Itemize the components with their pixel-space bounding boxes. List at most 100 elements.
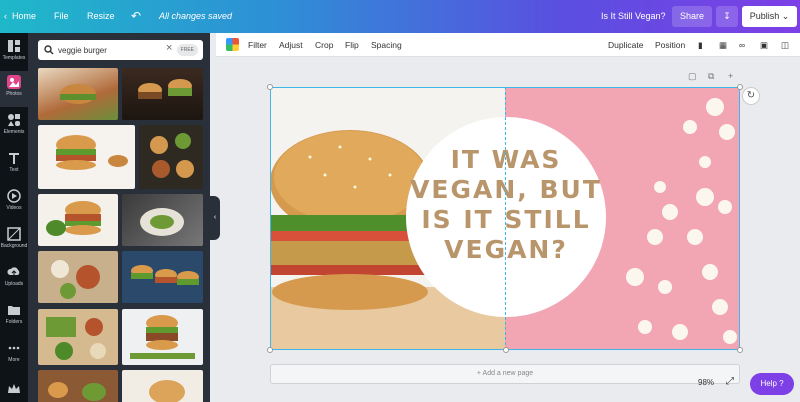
help-button[interactable]: Help ? (750, 373, 794, 395)
resize-handle[interactable] (737, 347, 743, 353)
clear-search-icon[interactable]: × (166, 42, 172, 54)
rail-label: Text (9, 167, 19, 173)
delete-icon[interactable]: ◫ (781, 33, 789, 57)
photo-thumbnail[interactable] (122, 68, 203, 120)
search-input[interactable] (58, 43, 158, 57)
home-button[interactable]: Home (12, 0, 36, 33)
burger-photo (48, 382, 106, 401)
search-icon (44, 45, 54, 55)
free-filter-badge[interactable]: FREE (176, 44, 198, 56)
file-menu[interactable]: File (54, 0, 69, 33)
back-chevron-icon[interactable]: ‹ (4, 0, 7, 33)
publish-label: Publish (749, 11, 780, 21)
image-edit-toolbar: Filter Adjust Crop Flip Spacing Duplicat… (216, 33, 800, 57)
design-title[interactable]: Is It Still Vegan? (601, 0, 666, 33)
rail-background[interactable]: Background (0, 223, 28, 259)
burger-photo (130, 315, 195, 359)
rail-label: Background (0, 243, 28, 249)
photo-thumbnail[interactable] (139, 125, 203, 189)
photo-thumbnail[interactable] (122, 309, 203, 365)
crop-button[interactable]: Crop (315, 33, 333, 57)
photo-thumbnail[interactable] (122, 370, 203, 402)
copy-page-icon[interactable]: ⧉ (708, 71, 714, 82)
folders-icon (8, 306, 20, 315)
page-note-icon[interactable]: ▢ (688, 71, 697, 82)
search-box[interactable]: × FREE (38, 40, 203, 60)
rail-videos[interactable]: Videos (0, 185, 28, 221)
rail-label: Uploads (4, 281, 24, 287)
rail-label: More (8, 357, 20, 363)
fullscreen-icon[interactable]: ⤢ (726, 376, 734, 387)
resize-handle[interactable] (267, 347, 273, 353)
photo-thumbnail[interactable] (38, 68, 118, 120)
transparency-icon[interactable]: ▦ (719, 33, 727, 57)
flip-button[interactable]: Flip (345, 33, 359, 57)
photo-thumbnail[interactable] (122, 251, 203, 303)
photos-panel: × FREE (28, 33, 210, 402)
rail-crown[interactable] (0, 378, 28, 402)
photo-thumbnail[interactable] (38, 309, 118, 365)
filter-button[interactable]: Filter (248, 33, 267, 57)
zoom-level[interactable]: 98% (698, 378, 714, 387)
share-button[interactable]: Share (672, 6, 712, 27)
publish-button[interactable]: Publish ⌄ (742, 6, 797, 27)
burger-photo (46, 201, 101, 236)
photo-thumbnail[interactable] (38, 370, 118, 402)
add-page-icon[interactable]: + (728, 71, 733, 81)
elements-icon (8, 114, 20, 126)
burger-photo (140, 208, 184, 236)
more-icon (8, 346, 20, 350)
spacing-button[interactable]: Spacing (371, 33, 402, 57)
rail-templates[interactable]: Templates (0, 35, 28, 71)
paint-roller-icon[interactable]: ▮ (698, 33, 703, 57)
rotate-icon[interactable]: ↻ (742, 87, 760, 105)
rail-photos[interactable]: Photos (0, 71, 28, 107)
text-icon (9, 153, 19, 164)
save-status: All changes saved (159, 11, 233, 21)
undo-icon[interactable]: ↶ (131, 0, 141, 33)
position-button[interactable]: Position (655, 33, 685, 57)
photo-thumbnail[interactable] (38, 194, 118, 246)
adjust-button[interactable]: Adjust (279, 33, 303, 57)
add-new-page-button[interactable]: + Add a new page (270, 364, 740, 384)
uploads-icon (7, 267, 20, 277)
rail-more[interactable]: More (0, 337, 28, 373)
videos-icon (7, 189, 21, 203)
photo-thumbnail[interactable] (122, 194, 203, 246)
rail-label: Elements (3, 129, 25, 135)
photos-icon (7, 75, 21, 89)
burger-photo (56, 135, 128, 170)
collapse-panel-handle[interactable]: ‹ (210, 196, 220, 240)
link-icon[interactable]: ∞ (739, 33, 745, 57)
burger-photo (149, 380, 185, 402)
design-canvas[interactable]: IT WAS VEGAN, BUT IS IT STILL VEGAN? (270, 87, 740, 350)
rail-label: Folders (5, 319, 23, 325)
side-nav-rail: Templates Photos Elements Text Videos Ba… (0, 33, 28, 402)
burger-photo (131, 265, 199, 285)
photo-thumbnail[interactable] (38, 251, 118, 303)
headline-text[interactable]: IT WAS VEGAN, BUT IS IT STILL VEGAN? (406, 145, 606, 265)
rail-label: Photos (6, 91, 22, 97)
rail-text[interactable]: Text (0, 147, 28, 183)
burger-photo (138, 79, 192, 99)
burger-photo (150, 133, 194, 178)
resize-handle[interactable] (503, 347, 509, 353)
top-bar: ‹ Home File Resize ↶ All changes saved I… (0, 0, 800, 33)
resize-button[interactable]: Resize (87, 0, 115, 33)
rail-elements[interactable]: Elements (0, 109, 28, 145)
burger-photo (51, 260, 100, 299)
duplicate-button[interactable]: Duplicate (608, 33, 643, 57)
color-picker-icon[interactable] (226, 38, 239, 51)
rail-label: Templates (2, 55, 26, 61)
crown-icon (8, 384, 20, 393)
lock-icon[interactable]: ▣ (760, 33, 768, 57)
background-icon (7, 227, 21, 241)
photo-thumbnail[interactable] (38, 125, 135, 189)
resize-handle[interactable] (267, 84, 273, 90)
resize-handle[interactable] (737, 84, 743, 90)
download-icon[interactable]: ↧ (716, 6, 738, 27)
rail-folders[interactable]: Folders (0, 299, 28, 335)
rail-label: Videos (6, 205, 22, 211)
burger-photo (60, 84, 96, 104)
rail-uploads[interactable]: Uploads (0, 261, 28, 297)
